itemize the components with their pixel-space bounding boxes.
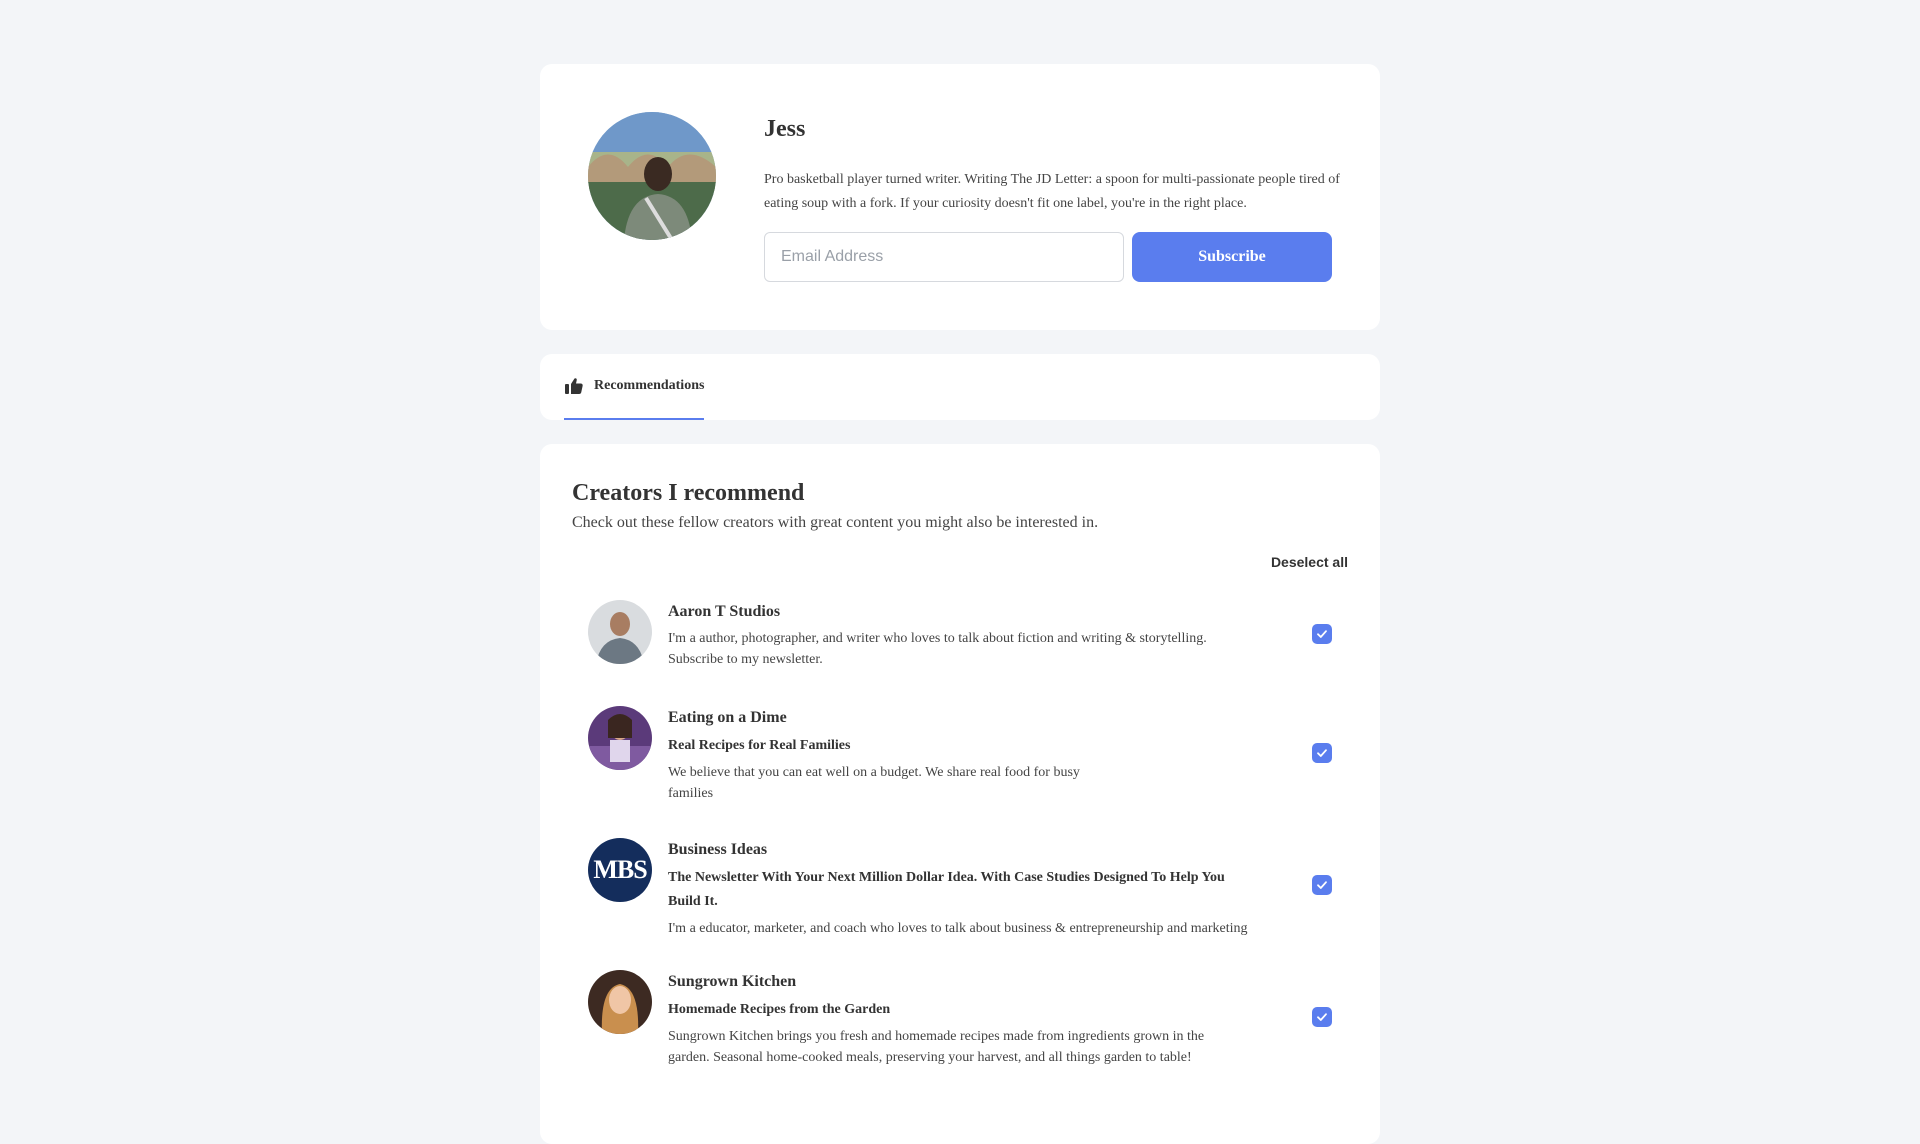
creator-tagline: The Newsletter With Your Next Million Do… [668, 870, 1225, 909]
avatar [588, 970, 652, 1034]
creator-tagline: Homemade Recipes from the Garden [668, 1002, 891, 1017]
recommend-checkbox[interactable] [1312, 743, 1332, 763]
list-item-text: Eating on a Dime Real Recipes for Real F… [668, 706, 1248, 804]
creator-name: Business Ideas [668, 841, 768, 858]
profile-card: Jess Pro basketball player turned writer… [540, 64, 1380, 330]
creator-name: Eating on a Dime [668, 709, 787, 726]
list-item[interactable]: Aaron T Studios I'm a author, photograph… [588, 600, 1332, 680]
recommend-checkbox[interactable] [1312, 1007, 1332, 1027]
tab-recommendations[interactable]: Recommendations [564, 354, 705, 420]
deselect-all-button[interactable]: Deselect all [1271, 554, 1348, 570]
check-icon [1317, 630, 1327, 638]
list-item[interactable]: Eating on a Dime Real Recipes for Real F… [588, 706, 1332, 814]
list-item[interactable]: Sungrown Kitchen Homemade Recipes from t… [588, 970, 1332, 1078]
check-icon [1317, 1013, 1327, 1021]
avatar-logo-text: MBS [593, 855, 647, 884]
list-item-text: Aaron T Studios I'm a author, photograph… [668, 600, 1248, 670]
creator-description: I'm a educator, marketer, and coach who … [668, 921, 1248, 936]
recommend-checkbox[interactable] [1312, 624, 1332, 644]
recommend-checkbox[interactable] [1312, 875, 1332, 895]
creator-description: We believe that you can eat well on a bu… [668, 765, 1080, 801]
avatar [588, 706, 652, 770]
creator-tagline: Real Recipes for Real Families [668, 738, 851, 753]
creator-name: Sungrown Kitchen [668, 973, 797, 990]
check-icon [1317, 749, 1327, 757]
tab-label: Recommendations [594, 378, 705, 393]
list-item[interactable]: MBS Business Ideas The Newsletter With Y… [588, 838, 1332, 946]
recommendations-card: Creators I recommend Check out these fel… [540, 444, 1380, 1144]
profile-bio: Pro basketball player turned writer. Wri… [764, 172, 1340, 211]
check-icon [1317, 881, 1327, 889]
avatar: MBS [588, 838, 652, 902]
creator-name: Aaron T Studios [668, 603, 781, 620]
tabs-bar: Recommendations [540, 354, 1380, 420]
profile-avatar [588, 112, 716, 240]
avatar [588, 600, 652, 664]
list-item-text: Business Ideas The Newsletter With Your … [668, 838, 1248, 940]
creator-description: I'm a author, photographer, and writer w… [668, 631, 1207, 667]
list-item-text: Sungrown Kitchen Homemade Recipes from t… [668, 970, 1248, 1068]
section-title: Creators I recommend [572, 480, 805, 506]
creator-description: Sungrown Kitchen brings you fresh and ho… [668, 1029, 1205, 1065]
subscribe-button[interactable]: Subscribe [1132, 232, 1332, 282]
thumbs-up-icon [564, 376, 584, 396]
profile-name: Jess [764, 116, 806, 142]
email-input[interactable] [764, 232, 1124, 282]
section-subtitle: Check out these fellow creators with gre… [572, 514, 1099, 531]
